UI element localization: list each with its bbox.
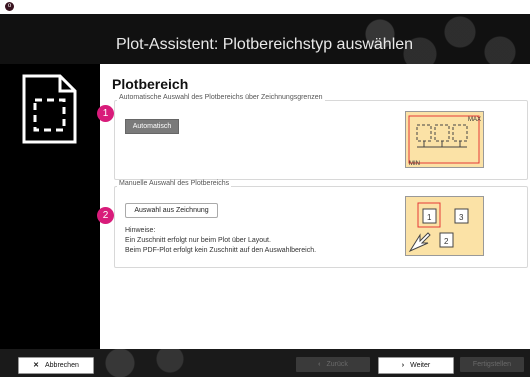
- document-dashed-icon: [22, 74, 77, 144]
- illus-min-label: MIN: [409, 161, 420, 167]
- step-badge-1: 1: [97, 105, 114, 122]
- auto-selection-group: Automatische Auswahl des Plotbereichs üb…: [114, 94, 528, 180]
- window-selection-icon: 1 2 3: [408, 202, 469, 253]
- automatic-button[interactable]: Automatisch: [125, 119, 179, 134]
- content-panel: Plotbereich 1 Automatische Auswahl des P…: [97, 64, 530, 349]
- auto-selection-legend: Automatische Auswahl des Plotbereichs üb…: [117, 94, 325, 101]
- page-title: Plot-Assistent: Plotbereichstyp auswähle…: [116, 36, 414, 53]
- illus-max-label: MAX: [468, 117, 481, 123]
- manual-illustration: 1 2 3: [405, 196, 484, 256]
- left-panel: [0, 64, 100, 349]
- manual-selection-legend: Manuelle Auswahl des Plotbereichs: [117, 180, 232, 187]
- illus-label-1: 1: [427, 213, 432, 222]
- app-icon: o: [5, 2, 14, 11]
- next-label: Weiter: [410, 362, 431, 369]
- hint-title: Hinweise:: [125, 227, 156, 234]
- close-icon: ✕: [33, 362, 39, 369]
- cursor-arrow-icon: [408, 232, 431, 253]
- drawing-limits-icon: MAX MIN: [408, 115, 481, 167]
- auto-illustration: MAX MIN: [405, 111, 484, 168]
- back-label: Zurück: [326, 361, 348, 368]
- section-title: Plotbereich: [112, 76, 189, 92]
- chevron-left-icon: ‹: [318, 361, 321, 368]
- next-button[interactable]: › Weiter: [378, 357, 454, 374]
- back-button[interactable]: ‹ Zurück: [296, 357, 370, 372]
- hint-line-1: Ein Zuschnitt erfolgt nur beim Plot über…: [125, 237, 271, 244]
- header: Plot-Assistent: Plotbereichstyp auswähle…: [0, 14, 530, 64]
- illus-label-3: 3: [459, 213, 464, 222]
- manual-selection-group: Manuelle Auswahl des Plotbereichs Auswah…: [114, 180, 528, 268]
- select-from-drawing-button[interactable]: Auswahl aus Zeichnung: [125, 203, 218, 218]
- chevron-right-icon: ›: [401, 362, 405, 369]
- cancel-button[interactable]: ✕ Abbrechen: [18, 357, 94, 374]
- step-badge-2: 2: [97, 207, 114, 224]
- cancel-label: Abbrechen: [45, 362, 79, 369]
- finish-label: Fertigstellen: [472, 361, 512, 368]
- hint-line-2: Beim PDF-Plot erfolgt kein Zuschnitt auf…: [125, 247, 317, 254]
- illus-label-2: 2: [444, 237, 449, 246]
- finish-button[interactable]: Fertigstellen: [460, 357, 524, 372]
- title-bar: o: [0, 0, 530, 14]
- footer: ✕ Abbrechen ‹ Zurück › Weiter Fertigstellen: [0, 349, 530, 377]
